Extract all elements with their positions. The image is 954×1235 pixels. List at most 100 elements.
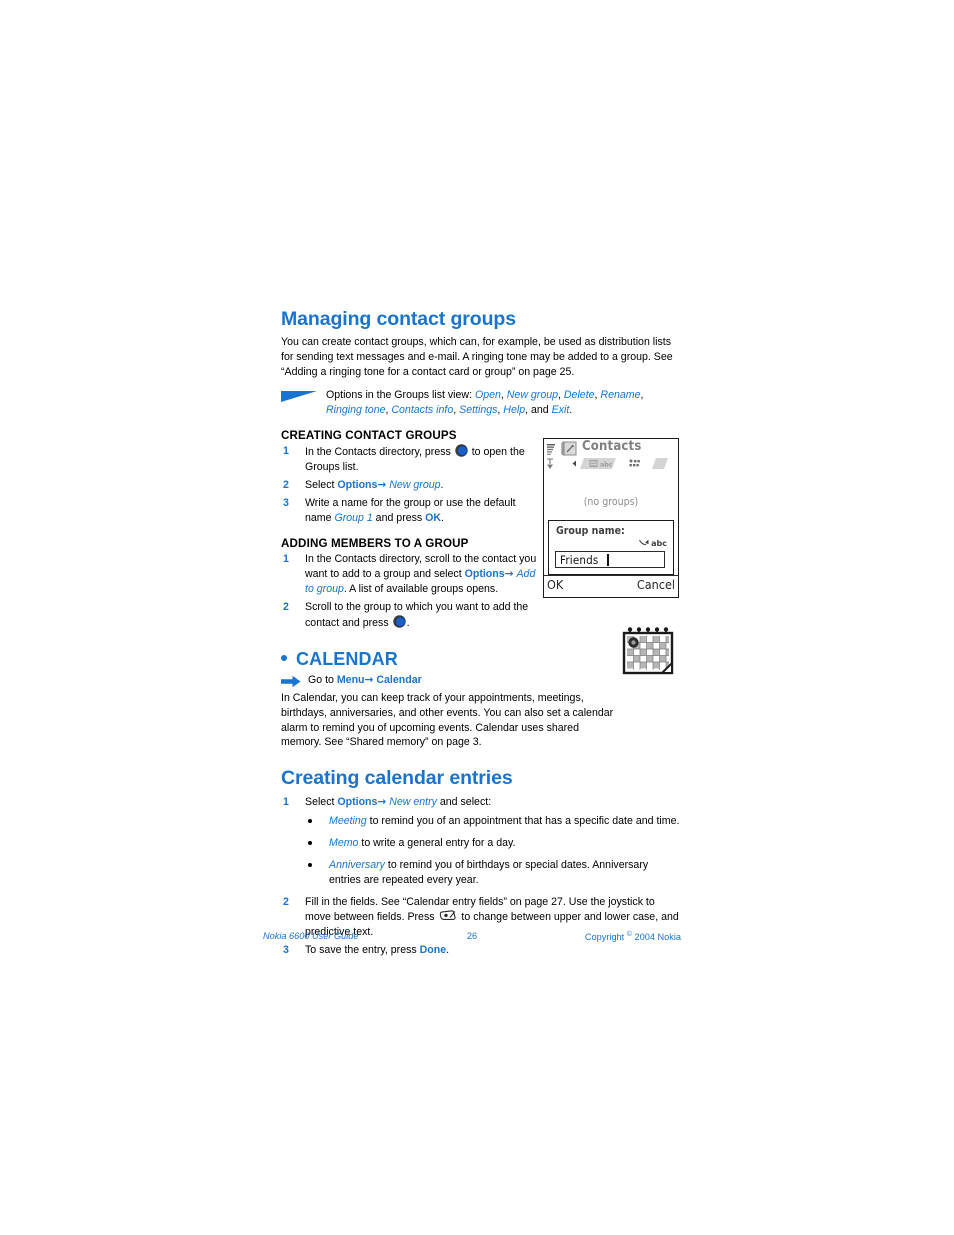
step-item: 3 To save the entry, press Done. xyxy=(281,943,681,958)
arrow-glyph: → xyxy=(377,795,387,808)
dialog-label: Group name: xyxy=(556,525,625,537)
group-name-value: Friends xyxy=(560,553,599,567)
step-number: 2 xyxy=(283,895,289,908)
phone-empty-list-text: (no groups) xyxy=(583,496,639,508)
paragraph-managing-contact-groups: You can create contact groups, which can… xyxy=(281,336,673,379)
option-help: Help xyxy=(503,403,526,416)
step-number: 2 xyxy=(283,601,289,614)
step-text-a: Select xyxy=(305,479,338,492)
step-item: 2 Select Options→ New group. xyxy=(281,478,539,493)
option-open: Open xyxy=(474,388,501,401)
ui-label-done: Done xyxy=(419,943,447,956)
signal-bars-icon xyxy=(547,441,556,455)
phone-content-area: (no groups) Group name: abc Friends xyxy=(544,470,678,575)
option-ringing-tone: Ringing tone xyxy=(326,403,386,416)
ui-label-new-entry: New entry xyxy=(389,795,437,808)
svg-text:abc: abc xyxy=(600,462,613,469)
ui-label-memo: Memo xyxy=(329,836,359,849)
softkey-cancel[interactable]: Cancel xyxy=(637,577,675,592)
note-conjunction: and xyxy=(530,403,549,416)
step-text-b: . xyxy=(446,943,450,956)
option-rename: Rename xyxy=(600,388,641,401)
step-text-a: Scroll to the group to which you want to… xyxy=(305,601,529,630)
step-text-b: . A list of available groups opens. xyxy=(343,583,499,596)
pencil-key-icon xyxy=(439,910,457,921)
step-number: 1 xyxy=(283,553,289,566)
step-number: 3 xyxy=(283,497,289,510)
step-text-b: . xyxy=(440,479,444,492)
arrow-glyph: → xyxy=(364,674,374,687)
ui-label-ok: OK xyxy=(425,512,442,525)
entry-type-bullets: Meeting to remind you of an appointment … xyxy=(305,814,681,888)
goto-lead: Go to xyxy=(308,674,337,687)
step-item: 1 Select Options→ New entry and select: … xyxy=(281,795,681,888)
softkey-ok[interactable]: OK xyxy=(547,577,563,592)
list-item: Memo to write a general entry for a day. xyxy=(305,836,681,851)
goto-calendar-row: Go to Menu→ Calendar xyxy=(281,674,681,688)
input-mode-indicator: abc xyxy=(639,539,667,548)
footer-copyright: Copyright © 2004 Nokia xyxy=(585,931,681,942)
calendar-illustration xyxy=(622,627,674,675)
ui-label-options: Options xyxy=(464,568,505,581)
joystick-icon xyxy=(455,444,468,457)
copyright-symbol: © xyxy=(626,931,632,938)
option-exit: Exit xyxy=(551,403,570,416)
phone-group-name-dialog: Group name: abc Friends xyxy=(548,520,674,575)
arrow-glyph: → xyxy=(377,479,387,492)
step-text-a: Select xyxy=(305,795,338,808)
bullet-dot-icon xyxy=(308,862,312,867)
step-item: 1 In the Contacts directory, scroll to t… xyxy=(281,552,539,597)
heading-managing-contact-groups: Managing contact groups xyxy=(281,308,516,330)
phone-tabbar: abc xyxy=(544,457,678,470)
step-text-b: and press xyxy=(372,512,426,525)
phone-screenshot-contacts: Contacts abc (no groups) Group name: abc… xyxy=(543,438,679,598)
copyright-prefix: Copyright xyxy=(584,932,625,943)
step-number: 1 xyxy=(283,444,289,457)
ui-label-calendar: Calendar xyxy=(376,674,422,687)
step-number: 3 xyxy=(283,943,289,956)
bullet-text: to write a general entry for a day. xyxy=(358,836,516,849)
note-terminator: . xyxy=(569,403,573,416)
bullet-text: to remind you of an appointment that has… xyxy=(366,814,680,827)
text-caret xyxy=(607,554,609,566)
content-column: Managing contact groups You can create c… xyxy=(281,308,681,961)
step-number: 2 xyxy=(283,479,289,492)
section-bullet-icon xyxy=(281,655,287,662)
option-new-group: New group xyxy=(506,388,559,401)
ui-label-menu: Menu xyxy=(336,674,365,687)
ui-label-options: Options xyxy=(337,795,378,808)
step-text-b: . xyxy=(406,617,410,630)
joystick-icon xyxy=(392,615,406,628)
option-delete: Delete xyxy=(563,388,595,401)
phone-titlebar: Contacts xyxy=(544,439,678,459)
page-canvas: Managing contact groups You can create c… xyxy=(0,0,954,1235)
copyright-suffix: 2004 Nokia xyxy=(634,932,681,943)
note-options-groups-list: Options in the Groups list view: Open, N… xyxy=(281,388,681,418)
list-item: Meeting to remind you of an appointment … xyxy=(305,814,681,829)
step-text-a: In the Contacts directory, press xyxy=(305,445,454,458)
bullet-dot-icon xyxy=(308,840,312,845)
list-item: Anniversary to remind you of birthdays o… xyxy=(305,858,681,888)
ui-label-new-group: New group xyxy=(389,479,441,492)
paragraph-calendar: In Calendar, you can keep track of your … xyxy=(281,691,614,749)
step-text-a: To save the entry, press xyxy=(305,943,420,956)
heading-creating-calendar-entries: Creating calendar entries xyxy=(281,767,513,790)
ui-label-options: Options xyxy=(337,479,378,492)
step-text-c: . xyxy=(441,512,444,525)
step-number: 1 xyxy=(283,795,289,808)
ui-label-anniversary: Anniversary xyxy=(329,858,385,871)
arrow-glyph: → xyxy=(504,568,514,581)
note-lead: Options in the Groups list view: xyxy=(326,388,475,401)
option-settings: Settings xyxy=(459,403,498,416)
group-name-input[interactable]: Friends xyxy=(555,551,665,568)
page-footer: Nokia 6600 User Guide 26 Copyright © 200… xyxy=(263,931,681,945)
option-contacts-info: Contacts info xyxy=(391,403,454,416)
steps-adding-members: 1 In the Contacts directory, scroll to t… xyxy=(281,552,539,631)
bullet-dot-icon xyxy=(308,818,312,823)
input-mode-label: abc xyxy=(651,539,667,548)
heading-calendar-label: CALENDAR xyxy=(296,649,398,670)
ui-label-group-1: Group 1 xyxy=(334,512,373,525)
pen-mode-icon xyxy=(639,539,649,548)
step-text-b: and select: xyxy=(436,795,492,808)
steps-creating-contact-groups: 1 In the Contacts directory, press to op… xyxy=(281,444,539,526)
